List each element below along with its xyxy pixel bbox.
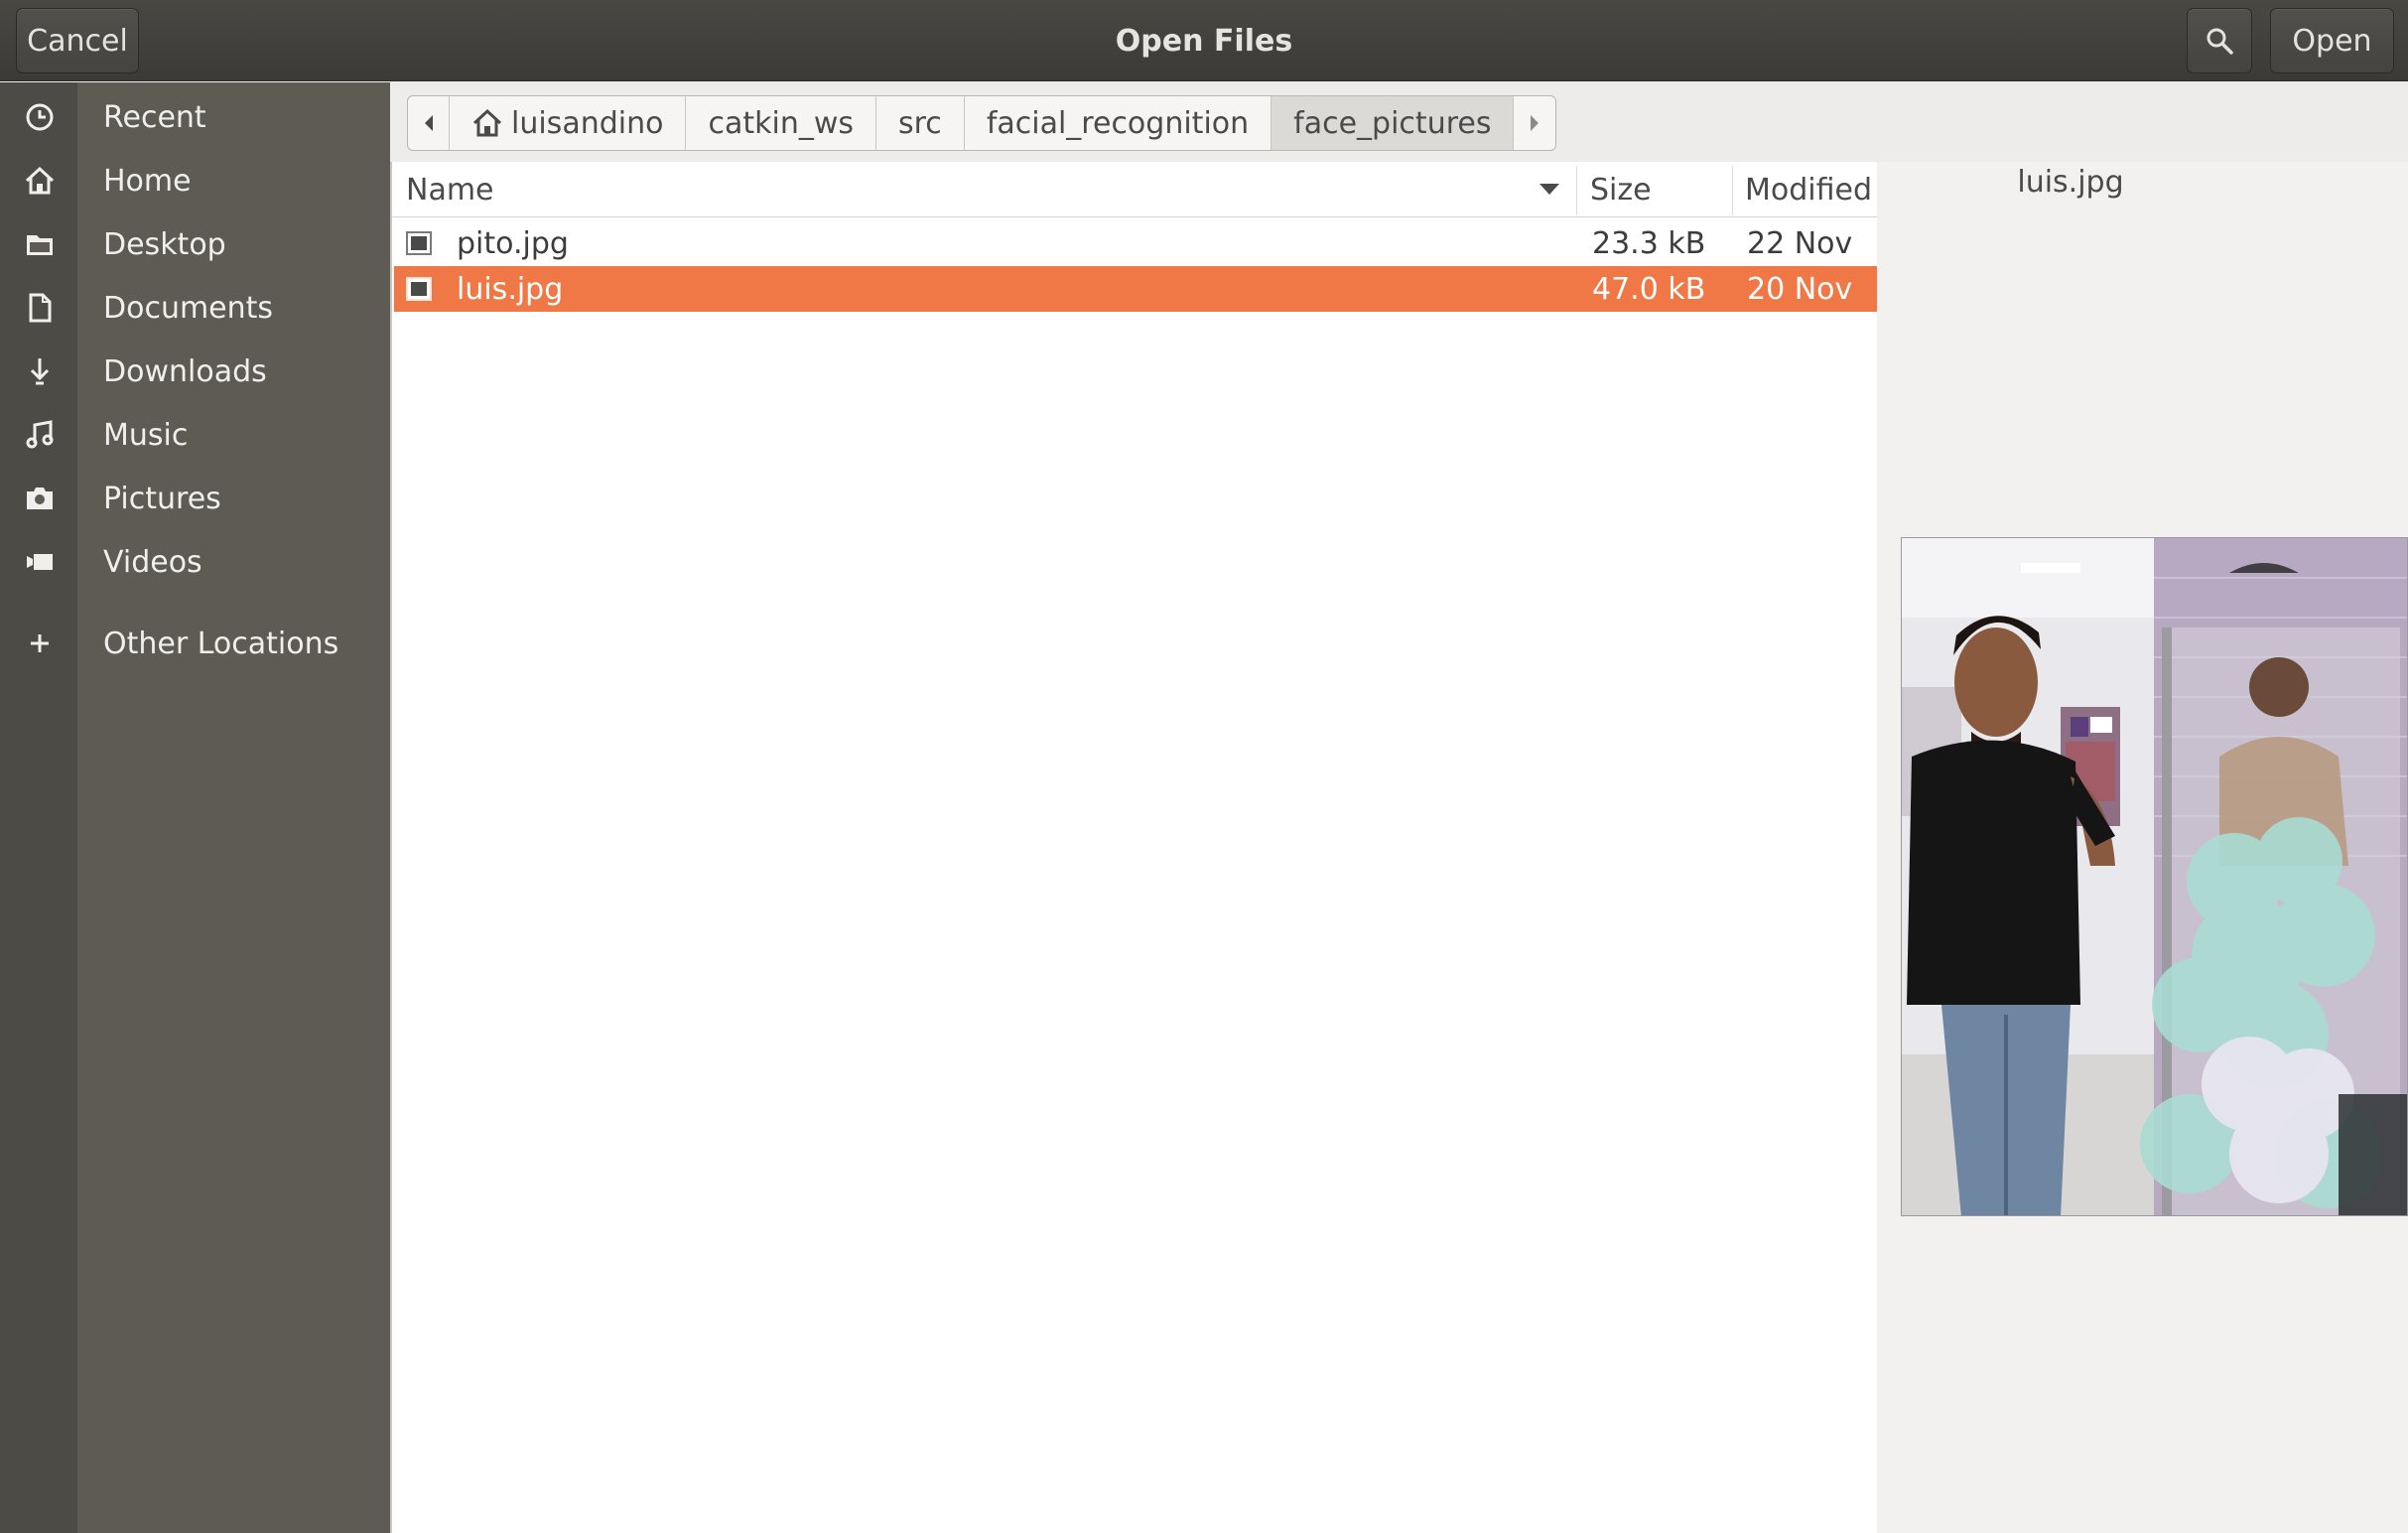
- crumb-face-pictures[interactable]: face_pictures: [1271, 96, 1515, 150]
- cancel-button[interactable]: Cancel: [16, 8, 139, 73]
- document-icon: [20, 288, 60, 328]
- file-list[interactable]: Name Size Modified pito.jpg 23.3 kB 22 N…: [390, 162, 1879, 1533]
- pathbar-area: luisandino catkin_ws src facial_recognit…: [390, 82, 2408, 162]
- column-modified-label: Modified: [1745, 172, 1873, 208]
- file-modified: 22 Nov: [1747, 225, 1853, 261]
- sidebar-item-label: Documents: [103, 290, 274, 326]
- camera-icon: [20, 479, 60, 518]
- sidebar-item-label: Videos: [103, 544, 202, 580]
- sidebar-item-home[interactable]: Home: [0, 149, 390, 212]
- sidebar-item-videos[interactable]: Videos: [0, 530, 390, 594]
- home-icon: [472, 108, 502, 137]
- file-size: 47.0 kB: [1592, 271, 1706, 307]
- crumb-home[interactable]: luisandino: [450, 96, 687, 150]
- file-name: luis.jpg: [457, 271, 564, 307]
- crumb-label: luisandino: [511, 105, 664, 141]
- column-name-header[interactable]: Name: [406, 162, 1577, 217]
- chevron-right-icon: [1531, 115, 1539, 131]
- home-icon: [20, 161, 60, 201]
- column-size-header[interactable]: Size: [1590, 162, 1727, 217]
- sidebar-item-downloads[interactable]: Downloads: [0, 340, 390, 403]
- column-separator: [1576, 166, 1577, 215]
- video-icon: [20, 542, 60, 582]
- music-icon: [20, 415, 60, 455]
- image-file-icon: [406, 277, 432, 301]
- file-size: 23.3 kB: [1592, 225, 1706, 261]
- sidebar-item-desktop[interactable]: Desktop: [0, 212, 390, 276]
- search-button[interactable]: [2187, 8, 2252, 73]
- file-modified: 20 Nov: [1747, 271, 1853, 307]
- file-name: pito.jpg: [457, 225, 569, 261]
- breadcrumb: luisandino catkin_ws src facial_recognit…: [407, 95, 1557, 151]
- places-sidebar: Recent Home Desktop Documents Downloads …: [0, 82, 390, 1533]
- preview-image: [1901, 537, 2408, 1216]
- column-modified-header[interactable]: Modified: [1745, 162, 1879, 217]
- sidebar-item-documents[interactable]: Documents: [0, 276, 390, 340]
- path-back-button[interactable]: [408, 96, 450, 150]
- sidebar-item-label: Pictures: [103, 481, 221, 516]
- sidebar-item-music[interactable]: Music: [0, 403, 390, 467]
- column-name-label: Name: [406, 172, 494, 208]
- crumb-src[interactable]: src: [876, 96, 965, 150]
- crumb-facial-recognition[interactable]: facial_recognition: [965, 96, 1272, 150]
- path-forward-button[interactable]: [1514, 96, 1555, 150]
- column-size-label: Size: [1590, 172, 1652, 208]
- sidebar-item-label: Recent: [103, 99, 206, 135]
- download-icon: [20, 351, 60, 391]
- sort-descending-icon[interactable]: [1538, 178, 1561, 202]
- dialog-title: Open Files: [1115, 23, 1293, 59]
- header-bar: Cancel Open Files Open: [0, 0, 2408, 81]
- search-icon: [2207, 28, 2233, 55]
- clock-icon: [20, 97, 60, 137]
- sidebar-item-recent[interactable]: Recent: [0, 85, 390, 149]
- file-row[interactable]: pito.jpg 23.3 kB 22 Nov: [394, 220, 1877, 266]
- sidebar-item-pictures[interactable]: Pictures: [0, 467, 390, 530]
- sidebar-item-label: Home: [103, 163, 192, 199]
- column-header: Name Size Modified: [392, 162, 1879, 217]
- sidebar-item-other-locations[interactable]: Other Locations: [0, 612, 390, 675]
- sidebar-item-label: Desktop: [103, 226, 226, 262]
- column-separator: [1732, 166, 1733, 215]
- file-row-selected[interactable]: luis.jpg 47.0 kB 20 Nov: [394, 266, 1877, 312]
- chevron-left-icon: [424, 115, 433, 131]
- open-button[interactable]: Open: [2270, 8, 2394, 73]
- image-file-icon: [406, 231, 432, 255]
- preview-pane: luis.jpg: [1877, 162, 2408, 1533]
- sidebar-item-label: Other Locations: [103, 626, 339, 661]
- crumb-catkin-ws[interactable]: catkin_ws: [686, 96, 876, 150]
- plus-icon: [20, 624, 60, 663]
- sidebar-item-label: Music: [103, 417, 189, 453]
- sidebar-item-label: Downloads: [103, 353, 267, 389]
- preview-filename: luis.jpg: [2017, 164, 2124, 200]
- folder-icon: [20, 224, 60, 264]
